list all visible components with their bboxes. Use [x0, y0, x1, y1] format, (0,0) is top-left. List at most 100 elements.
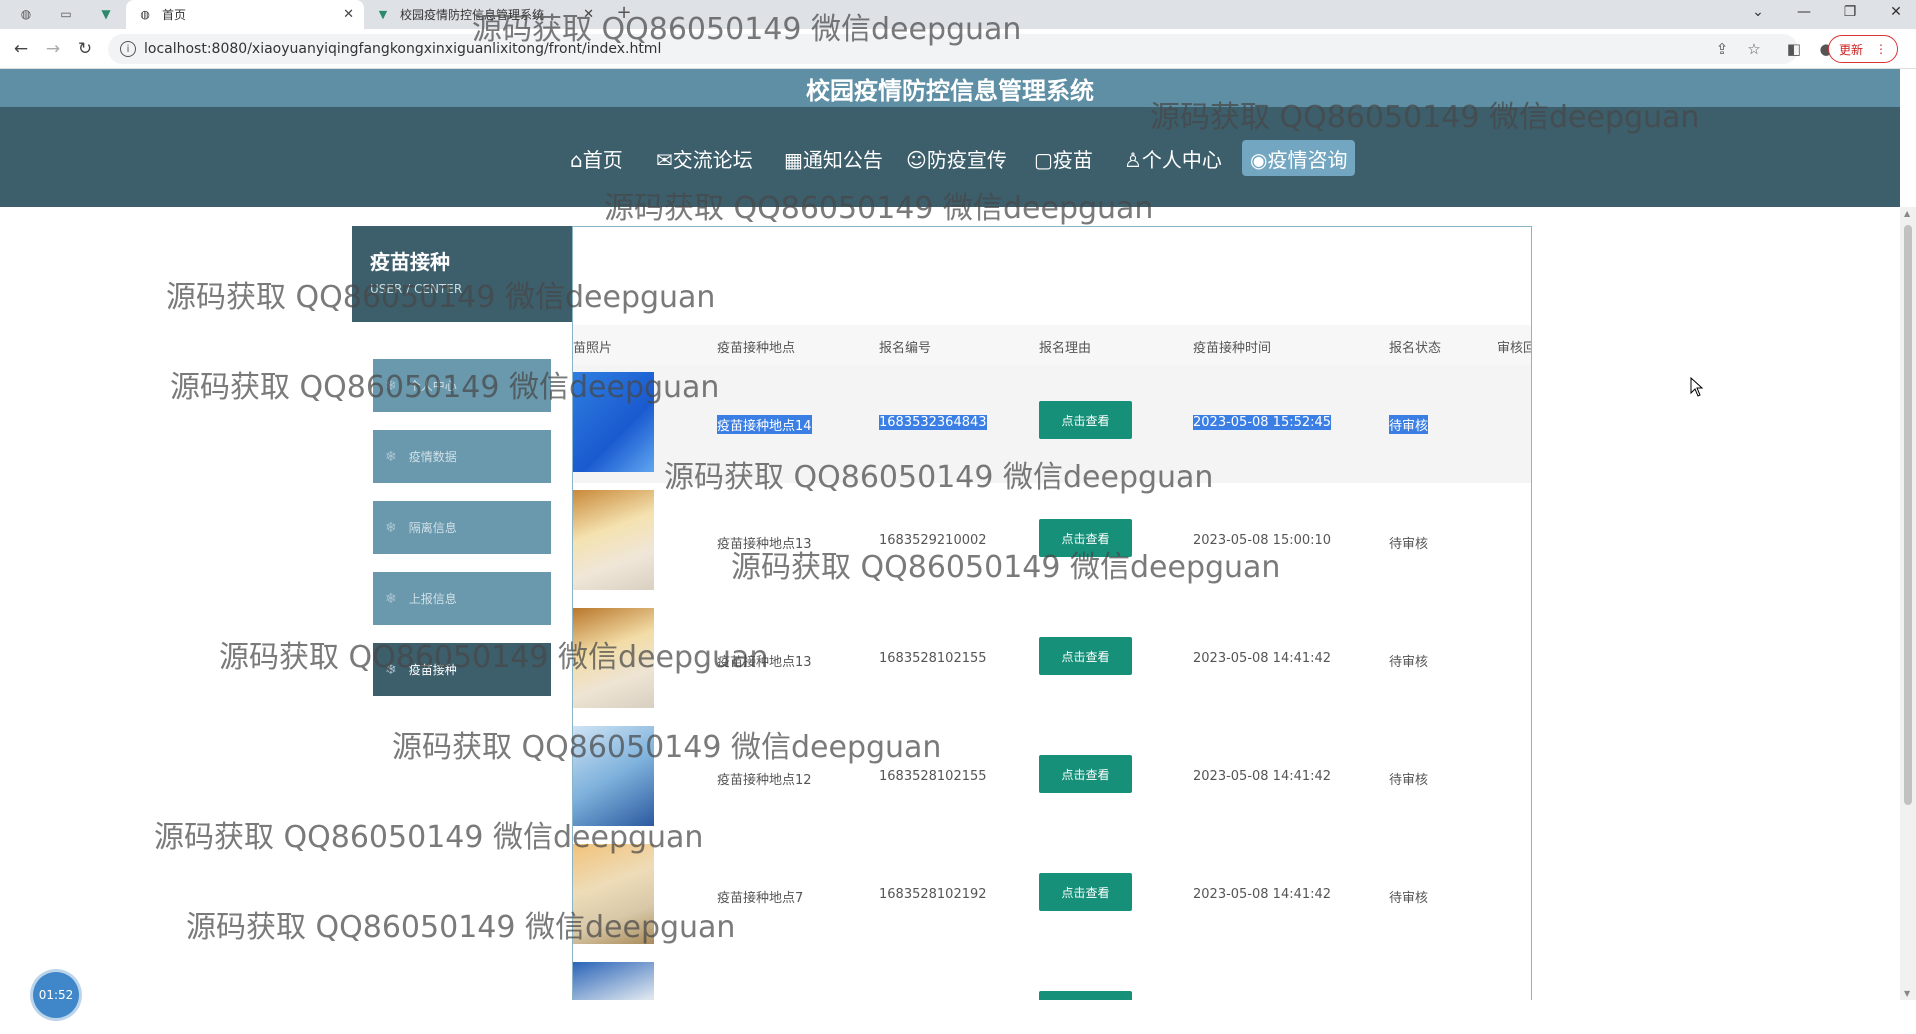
table-header: 苗照片 疫苗接种地点 报名编号 报名理由 疫苗接种时间 报名状态 审核回 — [573, 325, 1531, 365]
nav-notice[interactable]: ▦通知公告 — [776, 140, 891, 176]
view-reason-button[interactable]: 点击查看 — [1039, 755, 1132, 793]
view-reason-button[interactable]: 点击查看 — [1039, 873, 1132, 911]
sidebar-item-epidemic-data[interactable]: ❄ 疫情数据 — [373, 430, 551, 483]
sidebar-title: 疫苗接种 — [370, 250, 450, 274]
back-arrow-icon[interactable]: ← — [10, 38, 32, 60]
pinned-tab-icon[interactable]: ◍ — [18, 6, 34, 22]
side-panel-icon[interactable]: ◧ — [1784, 40, 1804, 58]
column-header: 苗照片 — [573, 341, 613, 356]
column-header: 疫苗接种地点 — [717, 341, 796, 356]
menu-dots-icon: ⋮ — [1875, 42, 1887, 56]
close-tab-icon[interactable]: ✕ — [583, 7, 594, 22]
time-cell: 2023-05-08 15:52:45 — [1193, 415, 1332, 430]
column-header: 报名状态 — [1389, 341, 1442, 356]
time-cell: 2023-05-08 14:41:42 — [1193, 769, 1332, 784]
content-area: 疫苗接种 USER / CENTER ❄ 个人中心 ❄ 疫情数据 ❄ 隔离信息 … — [0, 207, 1900, 1000]
sidebar-item-label: 个人中心 — [408, 379, 457, 393]
vaccine-photo[interactable] — [573, 608, 654, 708]
snowflake-icon: ❄ — [385, 448, 397, 465]
main-nav: ⌂首页 ✉交流论坛 ▦通知公告 ☺防疫宣传 ▢疫苗 ♙个人中心 ◉疫情咨询 — [0, 107, 1900, 207]
nav-user-center[interactable]: ♙个人中心 — [1116, 140, 1230, 176]
new-tab-button[interactable]: + — [616, 2, 632, 23]
site-title: 校园疫情防控信息管理系统 — [0, 69, 1900, 107]
tab-search-icon[interactable]: ⌄ — [1748, 4, 1768, 20]
location-cell: 疫苗接种地点12 — [717, 773, 812, 788]
column-header: 疫苗接种时间 — [1193, 341, 1272, 356]
vaccine-photo[interactable] — [573, 372, 654, 472]
tab-home[interactable]: ◍ 首页 ✕ — [126, 0, 364, 29]
sidebar-header: 疫苗接种 USER / CENTER — [352, 226, 572, 322]
vaccine-photo[interactable] — [573, 962, 654, 1000]
close-tab-icon[interactable]: ✕ — [343, 7, 354, 22]
table-row[interactable]: 疫苗接种地点13 1683529210002 点击查看 2023-05-08 15:0… — [573, 483, 1531, 601]
table-row[interactable]: 疫苗接种地点7 1683528102192 点击查看 2023-05-08 14:41… — [573, 837, 1531, 955]
vaccination-table: 苗照片 疫苗接种地点 报名编号 报名理由 疫苗接种时间 报名状态 审核回 疫苗接… — [572, 226, 1532, 1000]
snowflake-icon: ❄ — [385, 661, 397, 678]
column-header: 报名编号 — [879, 341, 932, 356]
share-icon[interactable]: ⇪ — [1712, 40, 1732, 58]
mouse-cursor-icon — [1690, 377, 1704, 397]
number-cell: 1683528102192 — [879, 887, 987, 902]
tab-title: 首页 — [162, 8, 187, 22]
location-cell: 疫苗接种地点13 — [717, 537, 812, 552]
minimize-button[interactable]: — — [1794, 4, 1814, 20]
snowflake-icon: ❄ — [385, 590, 397, 607]
view-reason-button[interactable]: 点击查看 — [1039, 401, 1132, 439]
table-row[interactable]: 疫苗接种地点13 1683528102155 点击查看 2023-05-08 14:4… — [573, 601, 1531, 719]
number-cell: 1683529210002 — [879, 533, 987, 548]
sidebar-item-isolation[interactable]: ❄ 隔离信息 — [373, 501, 551, 554]
sidebar-item-label: 疫苗接种 — [408, 663, 457, 677]
vue-pinned-tab-icon[interactable]: ▼ — [98, 6, 114, 22]
sidebar-item-report[interactable]: ❄ 上报信息 — [373, 572, 551, 625]
globe-icon: ◍ — [140, 8, 150, 21]
sidebar-item-label: 隔离信息 — [408, 521, 457, 535]
url-text: localhost:8080/xiaoyuanyiqingfangkongxin… — [144, 41, 662, 57]
status-cell: 待审核 — [1389, 655, 1429, 670]
table-row[interactable]: 疫苗接种地点51683528102160点击查看2023-05-08 14:41… — [573, 955, 1531, 1000]
table-row[interactable]: 疫苗接种地点12 1683528102155 点击查看 2023-05-08 14:4… — [573, 719, 1531, 837]
browser-toolbar: ← → ↻ i localhost:8080/xiaoyuanyiqingfan… — [0, 29, 1916, 69]
reload-icon[interactable]: ↻ — [74, 38, 96, 60]
column-header: 审核回 — [1497, 341, 1531, 356]
pinned-tab-icon[interactable]: ▭ — [58, 6, 74, 22]
view-reason-button[interactable]: 点击查看 — [1039, 519, 1132, 557]
location-cell: 疫苗接种地点7 — [717, 891, 804, 906]
status-cell: 待审核 — [1389, 773, 1429, 788]
sidebar-item-label: 疫情数据 — [408, 450, 457, 464]
number-cell: 1683532364843 — [879, 415, 987, 430]
vaccine-photo[interactable] — [573, 726, 654, 826]
table-row[interactable]: 疫苗接种地点14 1683532364843 点击查看 2023-05-08 15:5… — [573, 365, 1531, 483]
time-cell: 2023-05-08 14:41:42 — [1193, 651, 1332, 666]
tab-title: 校园疫情防控信息管理系统 — [400, 8, 545, 22]
sidebar-item-vaccination[interactable]: ❄ 疫苗接种 — [373, 643, 551, 696]
number-cell: 1683528102155 — [879, 651, 987, 666]
column-header: 报名理由 — [1039, 341, 1092, 356]
status-cell: 待审核 — [1389, 537, 1429, 552]
sidebar-item-user-center[interactable]: ❄ 个人中心 — [373, 359, 551, 412]
maximize-button[interactable]: ❐ — [1840, 4, 1860, 20]
bookmark-star-icon[interactable]: ☆ — [1744, 40, 1764, 58]
nav-publicity[interactable]: ☺防疫宣传 — [898, 140, 1015, 176]
nav-forum[interactable]: ✉交流论坛 — [648, 140, 761, 176]
snowflake-icon: ❄ — [385, 377, 397, 394]
nav-consult[interactable]: ◉疫情咨询 — [1242, 140, 1356, 176]
tab-system[interactable]: ▼ 校园疫情防控信息管理系统 ✕ — [364, 0, 604, 29]
snowflake-icon: ❄ — [385, 519, 397, 536]
site-info-icon[interactable]: i — [120, 41, 136, 57]
nav-vaccine[interactable]: ▢疫苗 — [1026, 140, 1101, 176]
vaccine-photo[interactable] — [573, 490, 654, 590]
vaccine-photo[interactable] — [573, 844, 654, 944]
address-bar[interactable]: i localhost:8080/xiaoyuanyiqingfangkongx… — [108, 34, 1798, 64]
nav-home[interactable]: ⌂首页 — [562, 140, 631, 176]
browser-tab-strip: ◍ ▭ ▼ ◍ 首页 ✕ ▼ 校园疫情防控信息管理系统 ✕ + ⌄ — ❐ ✕ — [0, 0, 1916, 29]
scrollbar-thumb[interactable] — [1904, 225, 1912, 805]
timer-badge[interactable]: 01:52 — [33, 972, 79, 1018]
page-scrollbar[interactable]: ▲ ▼ — [1900, 207, 1916, 1000]
view-reason-button[interactable]: 点击查看 — [1039, 637, 1132, 675]
view-reason-button[interactable]: 点击查看 — [1039, 991, 1132, 1000]
status-cell: 待审核 — [1389, 891, 1429, 906]
update-button[interactable]: 更新 ⋮ — [1828, 35, 1898, 63]
time-cell: 2023-05-08 15:00:10 — [1193, 533, 1332, 548]
close-window-button[interactable]: ✕ — [1886, 4, 1906, 20]
forward-arrow-icon[interactable]: → — [42, 38, 64, 60]
